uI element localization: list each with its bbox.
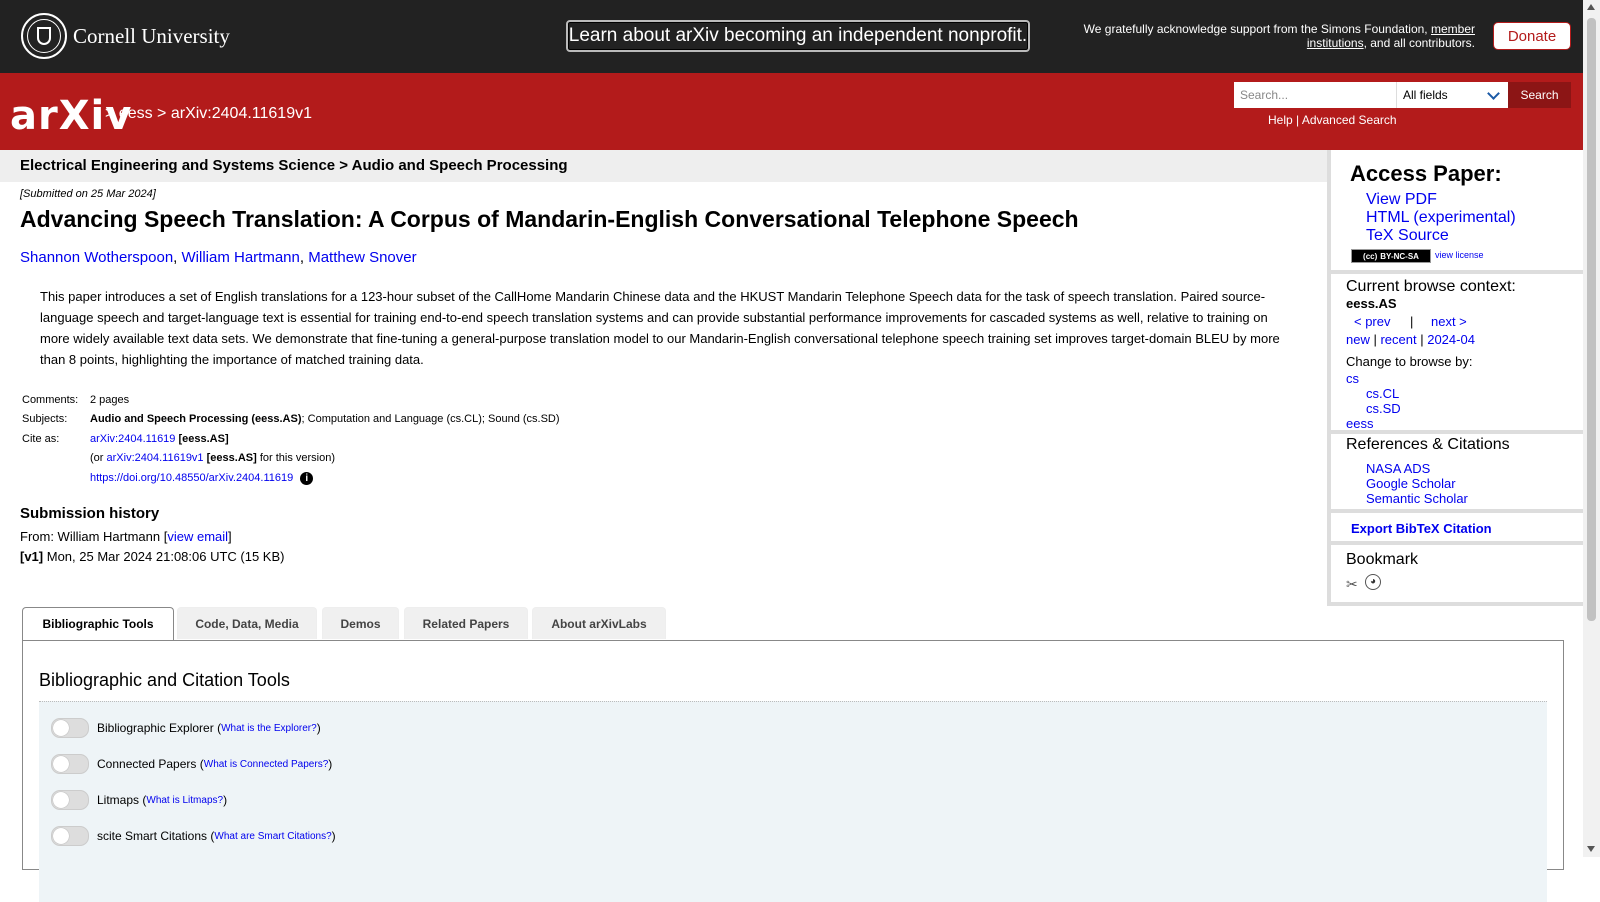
tab-related-papers[interactable]: Related Papers [404, 607, 528, 639]
comments-label: Comments: [22, 394, 79, 406]
cornell-seal-icon [21, 13, 67, 59]
search-bar: Search... All fields Search [1234, 82, 1571, 108]
subject-header: Electrical Engineering and Systems Scien… [0, 150, 1327, 182]
advanced-search-link[interactable]: Advanced Search [1302, 113, 1397, 127]
author-link[interactable]: Shannon Wotherspoon [20, 249, 173, 266]
help-link[interactable]: Help [1268, 113, 1293, 127]
search-field-select[interactable]: All fields [1396, 82, 1508, 108]
recent-link[interactable]: recent [1380, 332, 1416, 347]
connected-papers-help-link[interactable]: What is Connected Papers? [204, 759, 329, 770]
nonprofit-banner-button[interactable]: Learn about arXiv becoming an independen… [566, 20, 1030, 52]
support-text: We gratefully acknowledge support from t… [1083, 22, 1475, 50]
new-link[interactable]: new [1346, 332, 1370, 347]
donate-button[interactable]: Donate [1493, 22, 1571, 50]
export-bibtex-link[interactable]: Export BibTeX Citation [1351, 521, 1492, 536]
sidebar: Access Paper: View PDF HTML (experimenta… [1327, 150, 1583, 606]
version-entry: [v1] Mon, 25 Mar 2024 21:08:06 UTC (15 K… [20, 549, 285, 564]
tool-row: scite Smart Citations (What are Smart Ci… [51, 826, 336, 846]
google-scholar-link[interactable]: Google Scholar [1366, 476, 1456, 491]
bookmark-block: Bookmark ✂ ◕ [1331, 545, 1583, 606]
scroll-thumb[interactable] [1587, 18, 1596, 621]
chevron-down-icon [1487, 86, 1500, 100]
litmaps-help-link[interactable]: What is Litmaps? [146, 795, 223, 806]
bibtex-block: Export BibTeX Citation [1331, 513, 1583, 545]
connected-papers-toggle[interactable] [51, 754, 89, 774]
bookmark-title: Bookmark [1346, 551, 1419, 568]
author-link[interactable]: Matthew Snover [308, 249, 416, 266]
reddit-icon[interactable]: ◕ [1365, 574, 1381, 590]
tools-list: Bibliographic Explorer (What is the Expl… [39, 701, 1547, 902]
subjects-value: Audio and Speech Processing (eess.AS); C… [90, 413, 560, 425]
page-scrollbar[interactable] [1583, 0, 1600, 857]
change-browse-label: Change to browse by: [1346, 354, 1473, 369]
submission-history-title: Submission history [20, 505, 160, 522]
browse-cs-link[interactable]: cs [1346, 371, 1359, 386]
litmaps-toggle[interactable] [51, 790, 89, 810]
explorer-help-link[interactable]: What is the Explorer? [221, 723, 317, 734]
comments-value: 2 pages [90, 394, 130, 406]
info-icon[interactable]: i [300, 472, 314, 485]
author-link[interactable]: William Hartmann [182, 249, 300, 266]
submitter: From: William Hartmann [view email] [20, 529, 232, 544]
cornell-logo[interactable]: Cornell University [21, 13, 230, 59]
browse-cssd-link[interactable]: cs.SD [1366, 401, 1401, 416]
references-block: References & Citations NASA ADS Google S… [1331, 434, 1583, 513]
doi-link[interactable]: https://doi.org/10.48550/arXiv.2404.1161… [90, 472, 293, 484]
subjects-label: Subjects: [22, 413, 68, 425]
top-bar: Cornell University Learn about arXiv bec… [0, 0, 1583, 73]
browse-cscl-link[interactable]: cs.CL [1366, 386, 1399, 401]
arxiv-header: arXiv > eess > arXiv:2404.11619v1 Search… [0, 73, 1583, 150]
browse-context-title: Current browse context: [1346, 278, 1516, 295]
cc-license-badge[interactable]: (cc) BY-NC-SA [1351, 249, 1431, 263]
access-paper-title: Access Paper: [1350, 161, 1502, 186]
panel-title: Bibliographic and Citation Tools [39, 670, 290, 690]
month-link[interactable]: 2024-04 [1427, 332, 1475, 347]
cite-version-link[interactable]: arXiv:2404.11619v1 [107, 452, 204, 464]
search-input[interactable]: Search... [1234, 82, 1396, 108]
author-list: Shannon Wotherspoon, William Hartmann, M… [20, 249, 417, 266]
access-paper-block: Access Paper: View PDF HTML (experimenta… [1331, 150, 1583, 274]
references-title: References & Citations [1346, 436, 1510, 453]
cite-link[interactable]: arXiv:2404.11619 [90, 433, 175, 445]
tab-demos[interactable]: Demos [322, 607, 399, 639]
scite-toggle[interactable] [51, 826, 89, 846]
tool-row: Litmaps (What is Litmaps?) [51, 790, 227, 810]
browse-eess-link[interactable]: eess [1346, 416, 1373, 431]
tex-source-link[interactable]: TeX Source [1366, 227, 1449, 245]
scroll-up-icon[interactable] [1587, 4, 1595, 10]
bibliographic-tools-panel: Bibliographic and Citation Tools Bibliog… [22, 640, 1564, 902]
prev-link[interactable]: < prev [1354, 314, 1391, 329]
tool-row: Bibliographic Explorer (What is the Expl… [51, 718, 321, 738]
view-pdf-link[interactable]: View PDF [1366, 191, 1437, 209]
view-email-link[interactable]: view email [167, 529, 228, 544]
tab-bibliographic-tools[interactable]: Bibliographic Tools [22, 607, 174, 641]
scroll-down-icon[interactable] [1587, 846, 1595, 852]
paper-title: Advancing Speech Translation: A Corpus o… [20, 206, 1079, 232]
tab-code-data-media[interactable]: Code, Data, Media [177, 607, 317, 639]
semantic-scholar-link[interactable]: Semantic Scholar [1366, 491, 1468, 506]
submitted-date: [Submitted on 25 Mar 2024] [20, 188, 156, 200]
explorer-toggle[interactable] [51, 718, 89, 738]
scite-help-link[interactable]: What are Smart Citations? [214, 831, 331, 842]
next-link[interactable]: next > [1431, 314, 1467, 329]
cite-label: Cite as: [22, 433, 60, 445]
search-button[interactable]: Search [1508, 82, 1571, 108]
help-links: Help | Advanced Search [1268, 113, 1397, 127]
tool-row: Connected Papers (What is Connected Pape… [51, 754, 332, 774]
abstract: This paper introduces a set of English t… [40, 289, 1280, 367]
tab-about-arxivlabs[interactable]: About arXivLabs [532, 607, 666, 639]
nasa-ads-link[interactable]: NASA ADS [1366, 461, 1430, 476]
breadcrumb-paper-id: arXiv:2404.11619v1 [170, 105, 312, 122]
cornell-wordmark: Cornell University [73, 23, 230, 48]
breadcrumb-category-link[interactable]: eess [119, 105, 153, 122]
browse-context-value: eess.AS [1346, 296, 1397, 311]
breadcrumb: > eess > arXiv:2404.11619v1 [105, 105, 312, 122]
view-license-link[interactable]: view license [1435, 250, 1484, 260]
bibsonomy-icon[interactable]: ✂ [1346, 576, 1358, 593]
browse-context-block: Current browse context: eess.AS < prev |… [1331, 274, 1583, 434]
html-link[interactable]: HTML (experimental) [1366, 209, 1516, 227]
